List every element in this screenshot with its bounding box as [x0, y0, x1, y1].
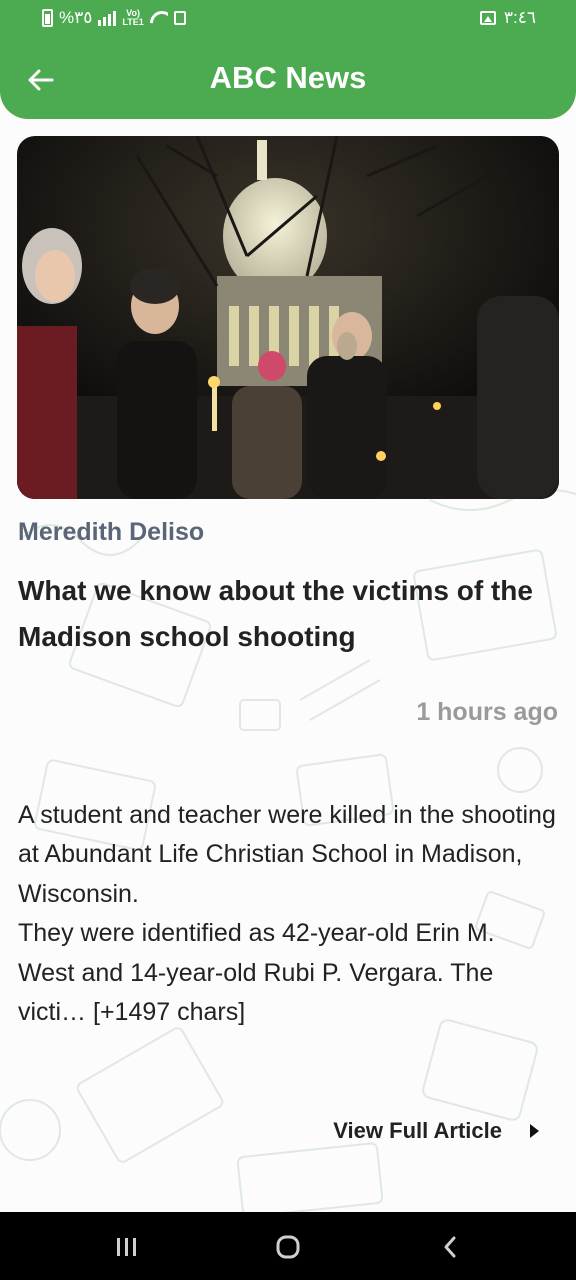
lte-indicator: Vo) LTE1 [122, 9, 143, 27]
article-time: 1 hours ago [416, 698, 558, 726]
app-header: %٣٥ Vo) LTE1 ٣:٤٦ ABC News [0, 0, 576, 119]
article-headline: What we know about the victims of the Ma… [18, 575, 533, 652]
article-image [17, 136, 559, 499]
wifi-icon [150, 11, 168, 25]
home-button[interactable] [268, 1232, 308, 1262]
gallery-icon [479, 11, 496, 25]
status-bar: %٣٥ Vo) LTE1 ٣:٤٦ [0, 0, 576, 38]
view-full-article-button[interactable]: View Full Article [333, 1118, 540, 1144]
battery-icon [42, 9, 53, 27]
security-icon [173, 11, 186, 25]
signal-icon [98, 10, 117, 26]
status-icons-right: ٣:٤٦ [479, 8, 536, 28]
status-time: ٣:٤٦ [503, 8, 536, 27]
system-nav-bar [0, 1212, 576, 1280]
nav-back-button[interactable] [430, 1232, 470, 1262]
lte-bottom-label: LTE1 [122, 17, 144, 27]
page-title: ABC News [209, 60, 367, 95]
recents-button[interactable] [106, 1232, 146, 1262]
recents-icon [117, 1238, 136, 1256]
article-body: A student and teacher were killed in the… [18, 801, 556, 1027]
back-chevron-icon [444, 1236, 456, 1258]
view-full-article-label: View Full Article [333, 1118, 502, 1143]
battery-percent: %٣٥ [59, 8, 93, 27]
status-icons-left: %٣٥ Vo) LTE1 [42, 8, 186, 28]
play-arrow-icon [530, 1124, 539, 1138]
vigil-photo [17, 136, 559, 499]
article-author: Meredith Deliso [18, 518, 205, 546]
home-icon [276, 1235, 300, 1259]
